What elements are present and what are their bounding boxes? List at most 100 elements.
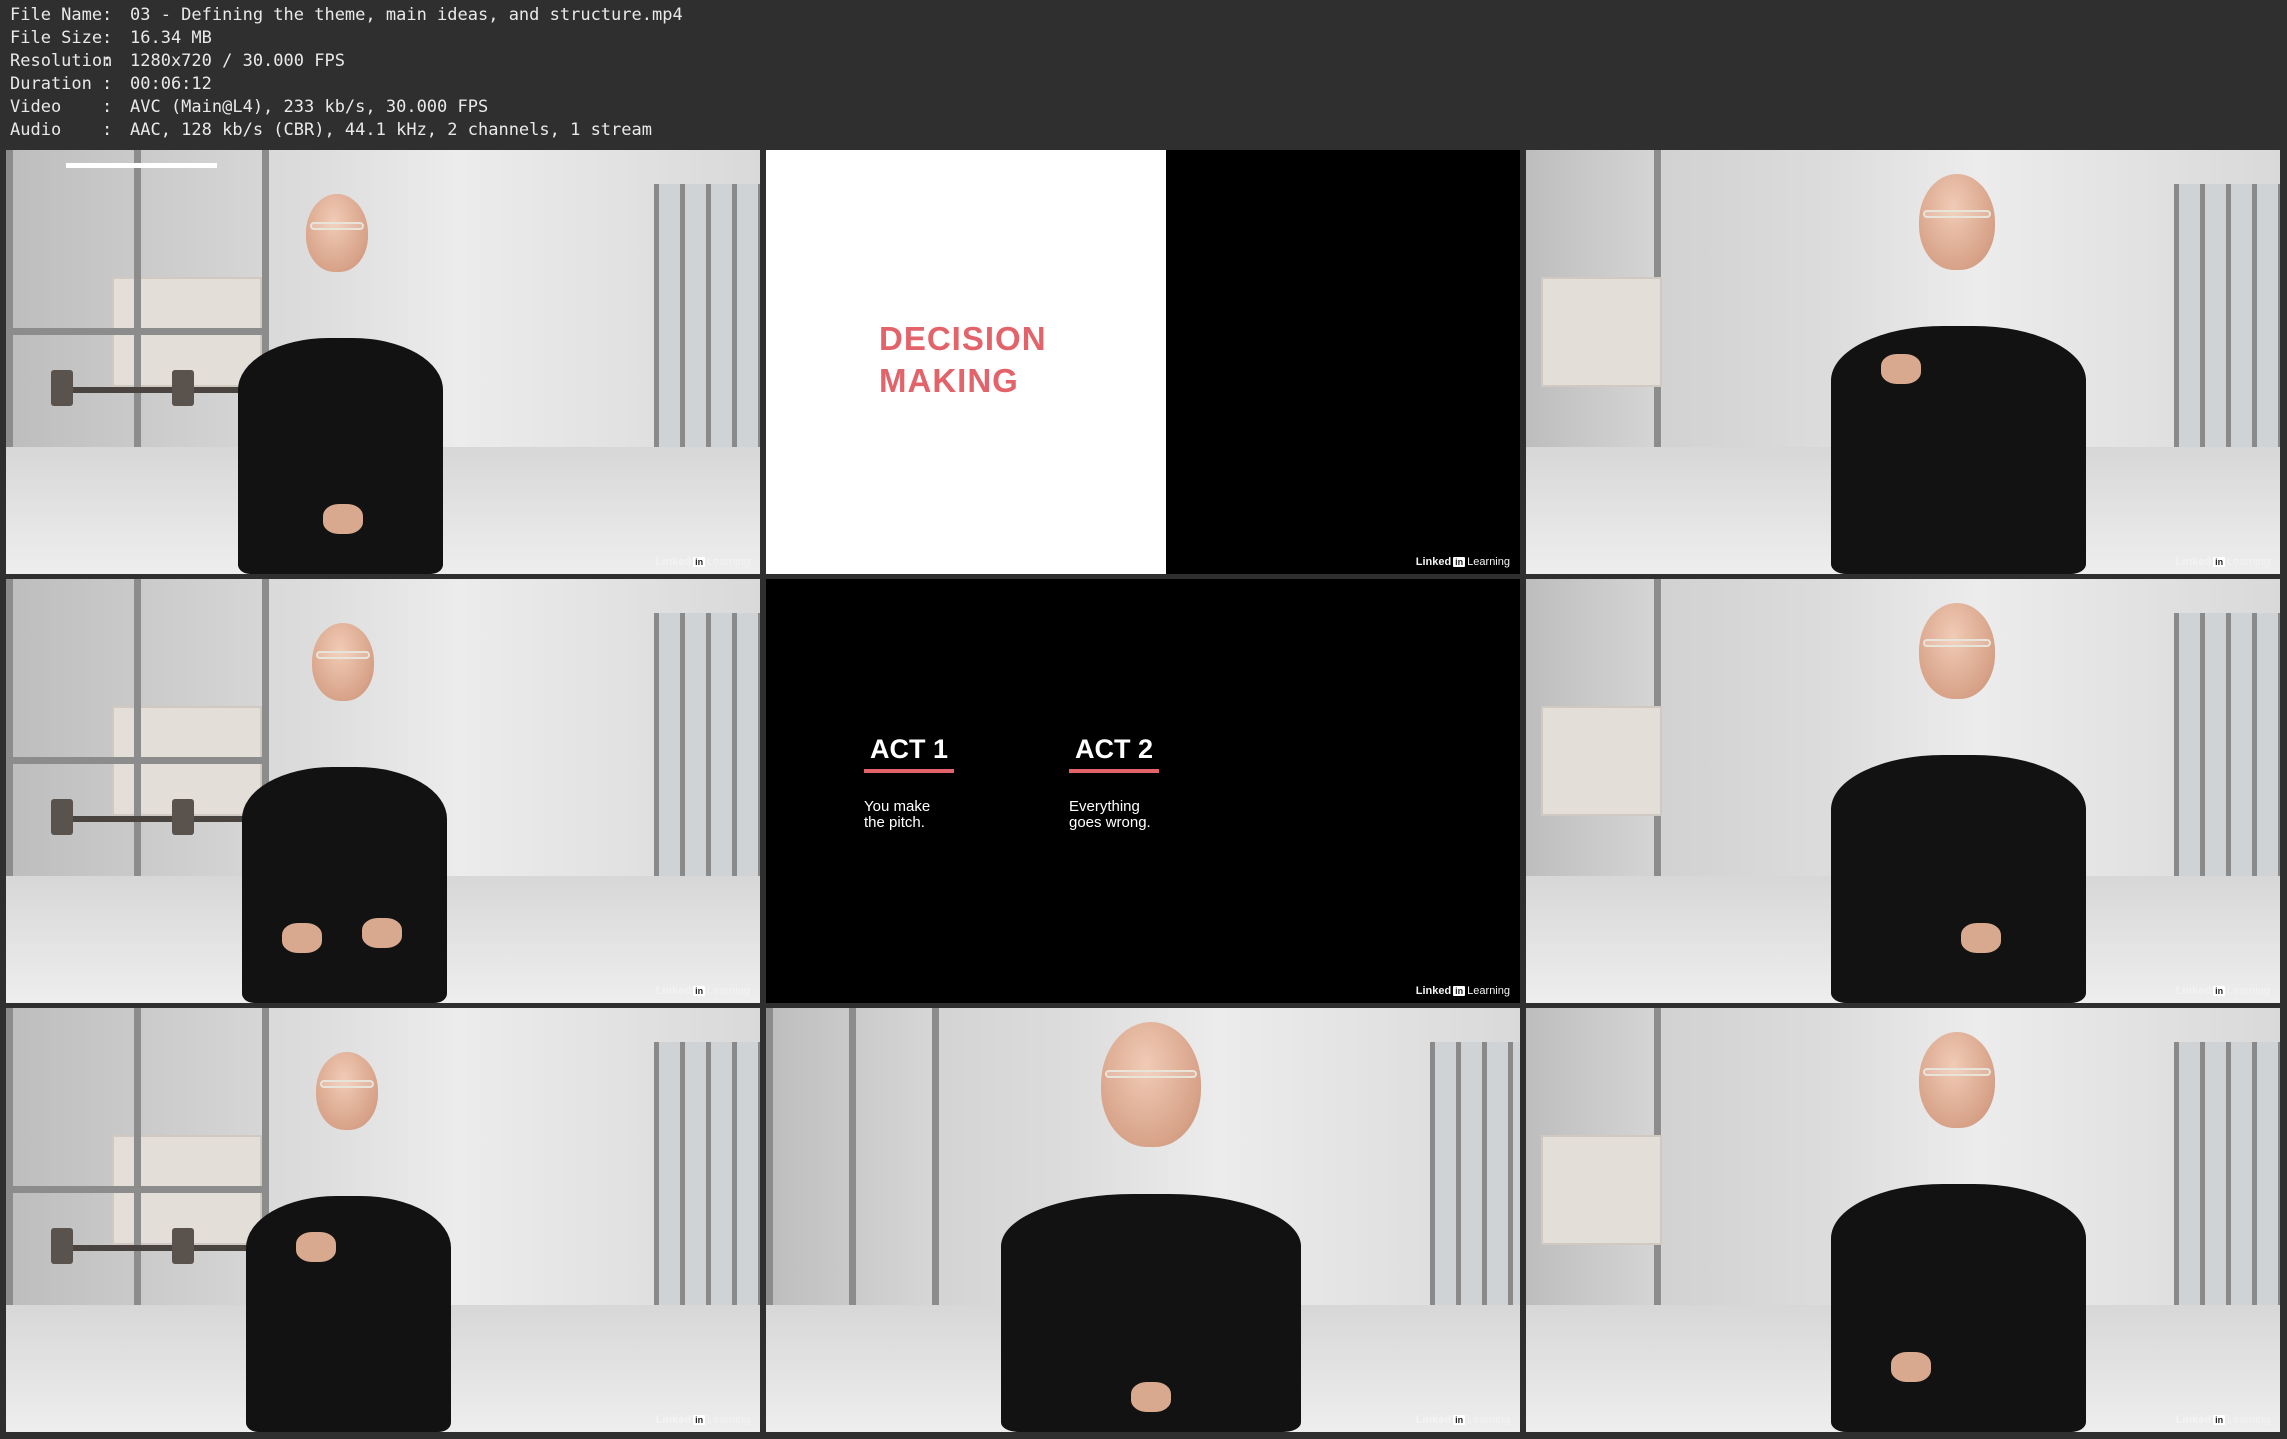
act-description: Everything goes wrong. <box>1069 798 1151 831</box>
act-2-block: ACT 2 Everything goes wrong. <box>1069 734 1199 831</box>
presenter <box>242 623 447 1003</box>
presenter-head <box>316 1052 378 1130</box>
linkedin-learning-logo: Linked in Learning <box>2175 1414 2270 1426</box>
thumbnail-speaker: Linked in Learning <box>6 1008 760 1432</box>
office-chair <box>171 370 194 407</box>
presenter-hand <box>1891 1352 1931 1382</box>
thumbnail-speaker: Linked in Learning <box>1526 1008 2280 1432</box>
office-cabinet <box>1541 277 1662 388</box>
slide-title-line: MAKING <box>879 362 1019 399</box>
meta-value: AVC (Main@L4), 233 kb/s, 30.000 FPS <box>130 97 489 117</box>
meta-key: Audio <box>10 120 62 140</box>
glasses-icon <box>310 222 364 230</box>
window-transom <box>6 757 263 765</box>
meta-row-resolution: Resolution : 1280x720 / 30.000 FPS <box>10 50 683 73</box>
presenter-hand <box>296 1232 336 1262</box>
meta-value: 00:06:12 <box>130 74 212 94</box>
presenter-hand <box>362 918 402 948</box>
meta-row-audio: Audio : AAC, 128 kb/s (CBR), 44.1 kHz, 2… <box>10 119 683 142</box>
glasses-icon <box>1923 1068 1991 1076</box>
act-title: ACT 2 <box>1069 734 1160 773</box>
office-table <box>66 816 248 823</box>
linkedin-learning-logo: Linked in Learning <box>655 985 750 997</box>
meta-separator: : <box>102 97 113 117</box>
thumbnail-speaker: Linked in Learning <box>1526 150 2280 574</box>
office-chair <box>171 799 194 836</box>
glasses-icon <box>1105 1070 1197 1078</box>
presenter-shirt <box>1831 326 2086 574</box>
presenter-head <box>312 623 374 701</box>
meta-key: Duration <box>10 74 92 94</box>
meta-row-file-size: File Size : 16.34 MB <box>10 27 683 50</box>
thumbnail-speaker: Linked in Learning <box>6 579 760 1003</box>
linkedin-learning-logo: Linked in Learning <box>655 1414 750 1426</box>
meta-key: File Name <box>10 5 103 25</box>
glasses-icon <box>1923 639 1991 647</box>
presenter-head <box>1919 174 1995 270</box>
linkedin-learning-logo: Linked in Learning <box>655 556 750 568</box>
office-chair <box>51 370 74 407</box>
presenter <box>1831 1032 2086 1432</box>
presenter-head <box>1101 1022 1201 1147</box>
glasses-icon <box>316 651 370 659</box>
act-title: ACT 1 <box>864 734 955 773</box>
meta-value: 1280x720 / 30.000 FPS <box>130 51 345 71</box>
presenter-shirt <box>1831 1184 2086 1432</box>
linkedin-learning-logo: Linked in Learning <box>1415 1414 1510 1426</box>
meta-key: File Size <box>10 28 103 48</box>
glasses-icon <box>1923 210 1991 218</box>
presenter <box>246 1052 451 1432</box>
thumbnail-slide-decision-making: DECISION MAKING Linked in Learning <box>766 150 1520 574</box>
presenter <box>1001 1022 1301 1432</box>
office-chair <box>51 799 74 836</box>
meta-row-duration: Duration : 00:06:12 <box>10 73 683 96</box>
office-table <box>66 1245 248 1252</box>
thumbnail-speaker: Linked in Learning <box>6 150 760 574</box>
presenter-hand <box>1131 1382 1171 1412</box>
meta-separator: : <box>102 51 113 71</box>
media-info-header: File Name : 03 - Defining the theme, mai… <box>10 4 683 142</box>
presenter-shirt <box>238 338 443 574</box>
presenter-head <box>1919 1032 1995 1128</box>
presenter-hand <box>282 923 322 953</box>
meta-key: Resolution <box>10 51 113 71</box>
thumbnail-speaker-closeup: Linked in Learning <box>766 1008 1520 1432</box>
meta-row-video: Video : AVC (Main@L4), 233 kb/s, 30.000 … <box>10 96 683 119</box>
presenter-hand <box>1881 354 1921 384</box>
thumbnail-speaker: Linked in Learning <box>1526 579 2280 1003</box>
office-chair <box>51 1228 74 1265</box>
meta-separator: : <box>102 5 113 25</box>
thumbnail-slide-acts: ACT 1 You make the pitch. ACT 2 Everythi… <box>766 579 1520 1003</box>
presenter-shirt <box>1831 755 2086 1003</box>
presenter-head <box>306 194 368 272</box>
act-1-block: ACT 1 You make the pitch. <box>864 734 994 831</box>
presenter-head <box>1919 603 1995 699</box>
office-chair <box>171 1228 194 1265</box>
presenter-shirt <box>242 767 447 1003</box>
presenter <box>1831 603 2086 1003</box>
linkedin-learning-logo: Linked in Learning <box>1415 985 1510 997</box>
presenter-shirt <box>246 1196 451 1432</box>
office-cabinet <box>1541 706 1662 817</box>
meta-row-file-name: File Name : 03 - Defining the theme, mai… <box>10 4 683 27</box>
presenter-hand <box>1961 923 2001 953</box>
slide-black-panel <box>1165 150 1520 574</box>
window-transom <box>6 1186 263 1194</box>
linkedin-learning-logo: Linked in Learning <box>1415 556 1510 568</box>
glasses-icon <box>320 1080 374 1088</box>
presenter <box>1831 174 2086 574</box>
presenter <box>238 194 443 574</box>
linkedin-learning-logo: Linked in Learning <box>2175 985 2270 997</box>
meta-key: Video <box>10 97 62 117</box>
slide-title-line: DECISION <box>879 320 1047 357</box>
ceiling-light <box>66 162 218 168</box>
meta-separator: : <box>102 28 113 48</box>
linkedin-learning-logo: Linked in Learning <box>2175 556 2270 568</box>
window-transom <box>6 328 263 336</box>
meta-separator: : <box>102 74 113 94</box>
presenter-hands <box>323 504 363 534</box>
slide-title: DECISION MAKING <box>879 318 1047 402</box>
meta-value: 16.34 MB <box>130 28 212 48</box>
meta-value: AAC, 128 kb/s (CBR), 44.1 kHz, 2 channel… <box>130 120 652 140</box>
act-description: You make the pitch. <box>864 798 931 831</box>
